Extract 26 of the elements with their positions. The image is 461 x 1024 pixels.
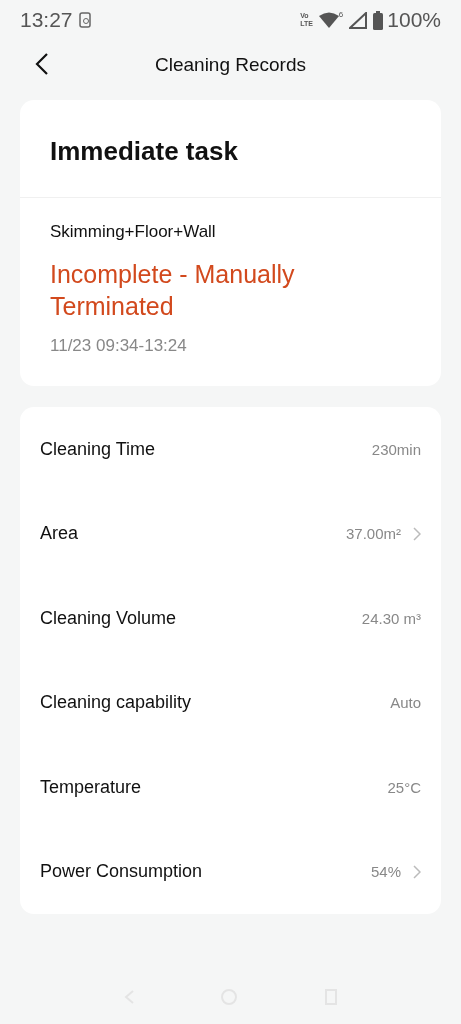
task-time-range: 11/23 09:34-13:24 <box>50 336 188 356</box>
detail-label: Temperature <box>40 776 143 798</box>
status-time: 13:27 <box>20 8 73 32</box>
task-mode: Skimming+Floor+Wall <box>50 222 217 242</box>
detail-label: Cleaning Time <box>40 438 157 460</box>
phone-icon <box>78 12 91 28</box>
detail-label: Cleaning capability <box>40 692 193 714</box>
detail-value: 230min <box>371 440 421 458</box>
detail-value: 54% <box>370 863 401 881</box>
battery-icon <box>373 10 384 30</box>
detail-value: 24.30 m³ <box>361 609 421 627</box>
detail-label: Area <box>40 523 80 545</box>
chevron-icon[interactable] <box>413 526 421 541</box>
wifi-generation-label: 6 <box>338 9 344 19</box>
page-title: Cleaning Records <box>155 54 306 76</box>
detail-label: Cleaning Volume <box>40 607 178 629</box>
detail-value: 37.00m² <box>345 525 401 543</box>
detail-value: Auto <box>390 694 421 712</box>
task-status: Incomplete - Manually Terminated <box>50 259 296 322</box>
chevron-icon[interactable] <box>413 864 421 879</box>
detail-value: 25°C <box>387 778 421 796</box>
wifi-icon <box>318 12 339 28</box>
battery-level: 100% <box>387 8 441 32</box>
task-title: Immediate task <box>20 100 441 198</box>
signal-icon <box>349 11 368 29</box>
detail-label: Power Consumption <box>40 861 204 883</box>
